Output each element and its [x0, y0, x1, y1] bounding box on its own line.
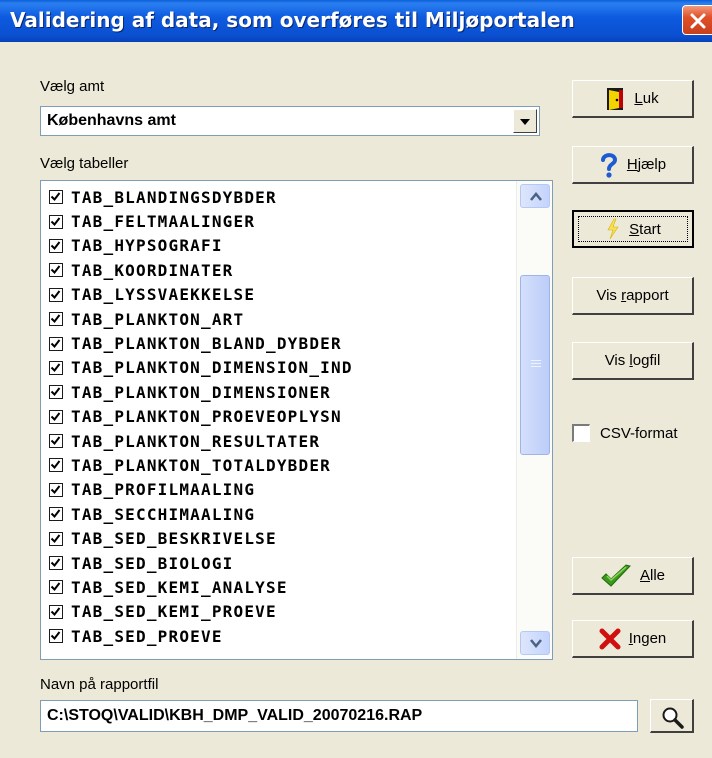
checkbox-icon[interactable] — [49, 531, 63, 546]
report-file-input[interactable]: C:\STOQ\VALID\KBH_DMP_VALID_20070216.RAP — [40, 700, 638, 732]
list-item[interactable]: TAB_PLANKTON_ART — [41, 307, 515, 331]
list-item-label: TAB_SED_BESKRIVELSE — [71, 529, 277, 549]
list-item[interactable]: TAB_SED_KEMI_ANALYSE — [41, 575, 515, 599]
window-title: Validering af data, som overføres til Mi… — [10, 8, 575, 32]
list-item-label: TAB_PLANKTON_BLAND_DYBDER — [71, 334, 342, 354]
checkbox-icon[interactable] — [49, 482, 63, 497]
checkbox-icon[interactable] — [49, 385, 63, 400]
title-bar: Validering af data, som overføres til Mi… — [0, 0, 712, 42]
close-button[interactable] — [682, 5, 712, 35]
list-item-label: TAB_LYSSVAEKKELSE — [71, 285, 256, 305]
checkbox-icon[interactable] — [49, 409, 63, 424]
csv-format-label: CSV-format — [600, 424, 678, 442]
magnifier-icon — [662, 707, 684, 729]
csv-format-checkbox[interactable]: CSV-format — [572, 424, 678, 442]
list-item-label: TAB_HYPSOGRAFI — [71, 236, 223, 256]
list-item-label: TAB_PLANKTON_RESULTATER — [71, 431, 321, 451]
csv-checkbox-box[interactable] — [572, 424, 590, 442]
ingen-button[interactable]: Ingen — [572, 620, 694, 658]
checkbox-icon[interactable] — [49, 287, 63, 302]
checkbox-icon[interactable] — [49, 434, 63, 449]
list-item[interactable]: TAB_SED_BIOLOGI — [41, 551, 515, 575]
ingen-label: Ingen — [628, 630, 667, 647]
tables-list: TAB_BLANDINGSDYBDER TAB_FELTMAALINGER TAB_… — [41, 185, 515, 648]
checkbox-icon[interactable] — [49, 263, 63, 278]
checkbox-icon[interactable] — [49, 458, 63, 473]
checkbox-icon[interactable] — [49, 190, 63, 205]
vis-rapport-label: Vis rapport — [596, 287, 669, 304]
list-item[interactable]: TAB_PLANKTON_DIMENSIONER — [41, 380, 515, 404]
amt-select[interactable]: Københavns amt — [40, 106, 540, 136]
list-item-label: TAB_PLANKTON_DIMENSION_IND — [71, 358, 353, 378]
list-item[interactable]: TAB_SED_KEMI_PROEVE — [41, 600, 515, 624]
list-item[interactable]: TAB_LYSSVAEKKELSE — [41, 283, 515, 307]
checkbox-icon[interactable] — [49, 604, 63, 619]
red-x-icon — [599, 628, 621, 650]
list-item[interactable]: TAB_SED_PROEVE — [41, 624, 515, 648]
checkbox-icon[interactable] — [49, 312, 63, 327]
list-item[interactable]: TAB_BLANDINGSDYBDER — [41, 185, 515, 209]
checkbox-icon[interactable] — [49, 507, 63, 522]
list-item-label: TAB_SED_KEMI_PROEVE — [71, 602, 277, 622]
scroll-down-button[interactable] — [520, 631, 550, 655]
list-item[interactable]: TAB_PLANKTON_DIMENSION_IND — [41, 356, 515, 380]
list-item-label: TAB_SED_PROEVE — [71, 626, 223, 646]
hjaelp-label: Hjælp — [626, 156, 667, 173]
checkbox-icon[interactable] — [49, 556, 63, 571]
door-exit-icon — [606, 87, 626, 111]
dropdown-arrow-icon[interactable] — [513, 109, 537, 133]
checkbox-icon[interactable] — [49, 214, 63, 229]
vertical-scrollbar[interactable] — [516, 181, 552, 659]
scrollbar-thumb[interactable] — [520, 275, 550, 455]
browse-button[interactable] — [650, 699, 694, 733]
list-item[interactable]: TAB_SECCHIMAALING — [41, 502, 515, 526]
list-item[interactable]: TAB_HYPSOGRAFI — [41, 234, 515, 258]
report-file-value: C:\STOQ\VALID\KBH_DMP_VALID_20070216.RAP — [47, 707, 423, 724]
vis-logfil-button[interactable]: Vis logfil — [572, 342, 694, 380]
green-checkmark-icon — [600, 563, 632, 588]
checkbox-icon[interactable] — [49, 580, 63, 595]
list-item[interactable]: TAB_PLANKTON_TOTALDYBDER — [41, 453, 515, 477]
list-item-label: TAB_PLANKTON_TOTALDYBDER — [71, 455, 331, 475]
report-file-label: Navn på rapportfil — [40, 676, 159, 693]
tables-label: Vælg tabeller — [40, 155, 129, 172]
list-item-label: TAB_SED_KEMI_ANALYSE — [71, 577, 288, 597]
close-icon — [690, 13, 706, 29]
list-item[interactable]: TAB_KOORDINATER — [41, 258, 515, 282]
list-item-label: TAB_PROFILMAALING — [71, 480, 256, 500]
chevron-up-icon — [530, 192, 542, 201]
question-mark-icon — [599, 152, 619, 178]
checkbox-icon[interactable] — [49, 360, 63, 375]
list-item[interactable]: TAB_PLANKTON_RESULTATER — [41, 429, 515, 453]
list-item[interactable]: TAB_FELTMAALINGER — [41, 209, 515, 233]
list-item-label: TAB_PLANKTON_DIMENSIONER — [71, 382, 331, 402]
list-item[interactable]: TAB_SED_BESKRIVELSE — [41, 526, 515, 550]
list-item[interactable]: TAB_PROFILMAALING — [41, 478, 515, 502]
vis-rapport-button[interactable]: Vis rapport — [572, 277, 694, 315]
start-button[interactable]: Start — [572, 210, 694, 248]
list-item[interactable]: TAB_PLANKTON_BLAND_DYBDER — [41, 331, 515, 355]
hjaelp-button[interactable]: Hjælp — [572, 146, 694, 184]
list-item-label: TAB_FELTMAALINGER — [71, 212, 256, 232]
vis-logfil-label: Vis logfil — [604, 352, 661, 369]
alle-label: Alle — [639, 567, 666, 584]
list-item-label: TAB_BLANDINGSDYBDER — [71, 187, 277, 207]
checkbox-icon[interactable] — [49, 336, 63, 351]
checkbox-icon[interactable] — [49, 629, 63, 644]
luk-button[interactable]: Luk — [572, 80, 694, 118]
list-item-label: TAB_KOORDINATER — [71, 260, 234, 280]
amt-select-value: Københavns amt — [47, 112, 176, 129]
tables-listbox[interactable]: TAB_BLANDINGSDYBDER TAB_FELTMAALINGER TAB_… — [40, 180, 553, 660]
amt-label: Vælg amt — [40, 78, 105, 95]
list-item-label: TAB_PLANKTON_ART — [71, 309, 245, 329]
chevron-down-icon — [530, 639, 542, 648]
list-item[interactable]: TAB_PLANKTON_PROEVEOPLYSN — [41, 405, 515, 429]
list-item-label: TAB_PLANKTON_PROEVEOPLYSN — [71, 407, 342, 427]
luk-label: Luk — [634, 90, 659, 107]
scroll-up-button[interactable] — [520, 184, 550, 208]
checkbox-icon[interactable] — [49, 238, 63, 253]
list-item-label: TAB_SED_BIOLOGI — [71, 553, 234, 573]
alle-button[interactable]: Alle — [572, 557, 694, 595]
list-item-label: TAB_SECCHIMAALING — [71, 504, 256, 524]
